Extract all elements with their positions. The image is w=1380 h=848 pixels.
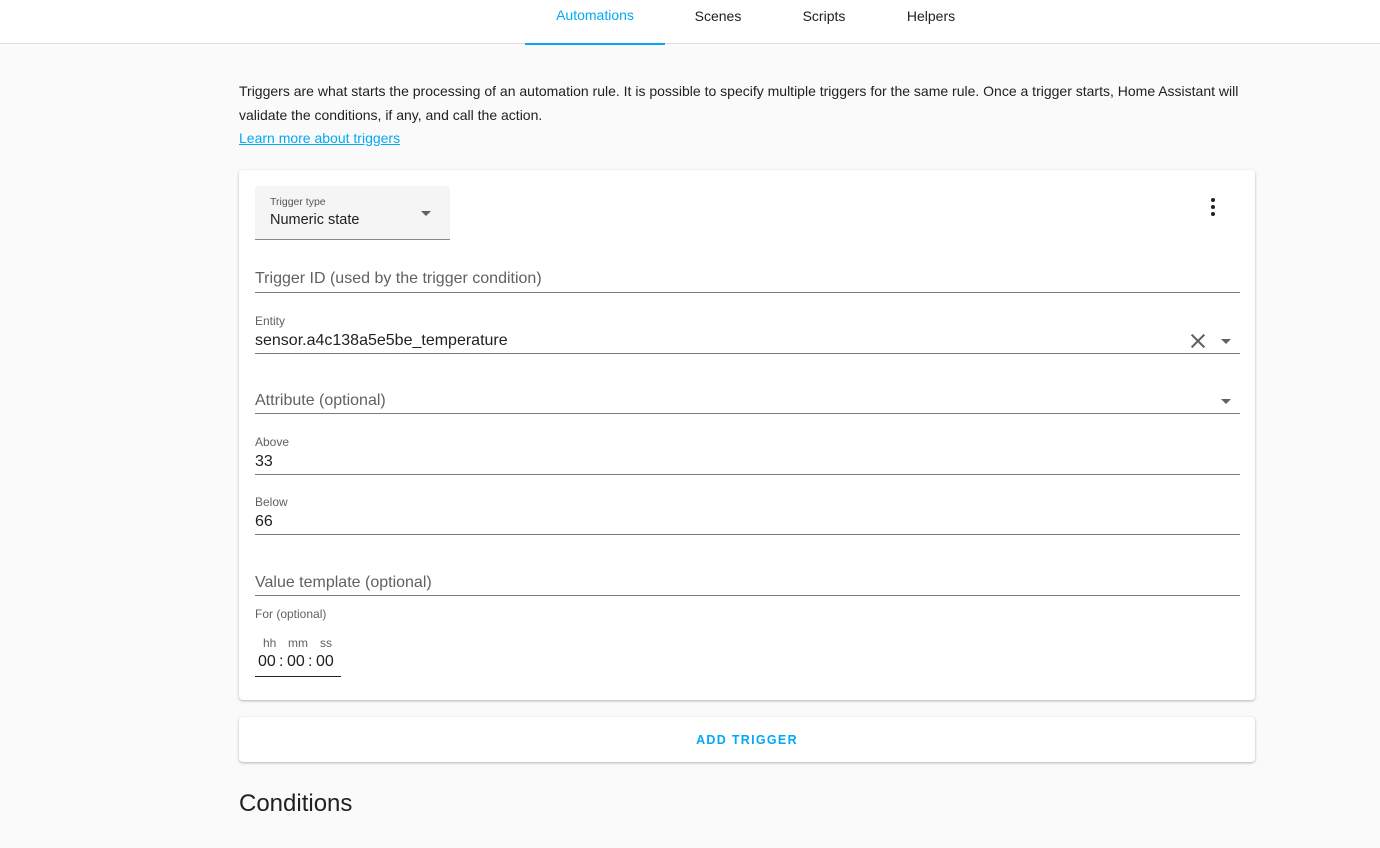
add-trigger-card: ADD TRIGGER: [239, 717, 1255, 762]
clear-icon[interactable]: [1189, 332, 1207, 350]
tab-scenes[interactable]: Scenes: [676, 0, 760, 44]
entity-dropdown-arrow-icon[interactable]: [1221, 339, 1231, 344]
entity-picker[interactable]: Entity sensor.a4c138a5e5be_temperature: [255, 310, 1240, 354]
for-label: For (optional): [255, 607, 327, 621]
tab-automations-label: Automations: [556, 7, 634, 23]
duration-separator: :: [279, 653, 284, 670]
below-label: Below: [255, 495, 288, 509]
tab-automations[interactable]: Automations: [525, 0, 665, 45]
tab-helpers[interactable]: Helpers: [888, 0, 974, 44]
entity-label: Entity: [255, 314, 286, 328]
trigger-type-label: Trigger type: [270, 196, 326, 208]
trigger-card: Trigger type Numeric state Trigger ID (u…: [239, 170, 1255, 700]
tab-scenes-label: Scenes: [694, 8, 742, 24]
tab-helpers-label: Helpers: [906, 8, 956, 24]
more-vert-icon[interactable]: [1203, 196, 1223, 220]
attribute-picker[interactable]: Attribute (optional): [255, 370, 1240, 414]
trigger-id-field[interactable]: Trigger ID (used by the trigger conditio…: [255, 260, 1240, 293]
top-tab-bar: Automations Scenes Scripts Helpers: [0, 0, 1380, 45]
attribute-dropdown-arrow-icon[interactable]: [1221, 399, 1231, 404]
above-field[interactable]: Above 33: [255, 431, 1240, 475]
above-value: 33: [255, 453, 273, 470]
duration-separator: :: [308, 653, 313, 670]
triggers-description-text: Triggers are what starts the processing …: [239, 83, 1239, 123]
duration-input: hh mm ss 00 : 00 : 00: [255, 632, 341, 677]
seconds-unit-label: ss: [320, 636, 332, 650]
minutes-input[interactable]: 00: [287, 653, 305, 671]
tab-scripts-label: Scripts: [802, 8, 846, 24]
trigger-id-placeholder: Trigger ID (used by the trigger conditio…: [255, 270, 542, 287]
triggers-description: Triggers are what starts the processing …: [239, 80, 1239, 151]
conditions-heading: Conditions: [239, 790, 353, 817]
value-template-field[interactable]: Value template (optional): [255, 552, 1240, 596]
trigger-type-select[interactable]: Trigger type Numeric state: [255, 186, 450, 240]
seconds-input[interactable]: 00: [316, 653, 334, 671]
entity-value: sensor.a4c138a5e5be_temperature: [255, 332, 508, 349]
tab-scripts[interactable]: Scripts: [780, 0, 868, 44]
attribute-placeholder: Attribute (optional): [255, 392, 386, 409]
above-label: Above: [255, 435, 290, 449]
dropdown-arrow-icon: [421, 211, 431, 216]
hours-input[interactable]: 00: [258, 653, 276, 671]
hours-unit-label: hh: [263, 636, 277, 650]
trigger-type-value: Numeric state: [270, 212, 360, 228]
value-template-placeholder: Value template (optional): [255, 574, 432, 591]
minutes-unit-label: mm: [288, 636, 308, 650]
below-field[interactable]: Below 66: [255, 491, 1240, 535]
below-value: 66: [255, 513, 273, 530]
add-trigger-button[interactable]: ADD TRIGGER: [683, 726, 811, 754]
learn-more-triggers-link[interactable]: Learn more about triggers: [239, 130, 400, 146]
